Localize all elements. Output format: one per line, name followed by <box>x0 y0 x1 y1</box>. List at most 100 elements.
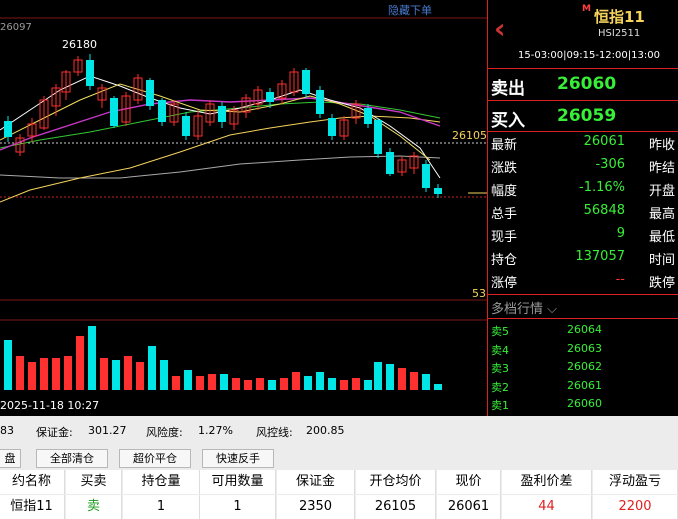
trading-session: 15-03:00|09:15-12:00|13:00 <box>518 50 660 61</box>
quote-label: 涨跌 <box>491 161 518 176</box>
quote-label-secondary: 昨结 <box>648 161 675 176</box>
kline-svg <box>0 17 487 390</box>
table-header[interactable]: 现价 <box>437 470 501 494</box>
depth-side: 卖3 <box>491 362 509 375</box>
quick-reverse-button[interactable]: 快速反手 <box>202 449 274 468</box>
quote-label-secondary: 最低 <box>648 230 675 245</box>
depth-row[interactable]: 卖5 26064 <box>491 323 675 339</box>
quote-label: 涨停 <box>491 276 518 291</box>
buy-price: 26059 <box>557 106 617 126</box>
top-price-label: 26097 <box>0 22 32 33</box>
quote-row: 最新 26061 昨收 <box>491 134 675 157</box>
depth-side: 卖2 <box>491 380 509 394</box>
table-cell[interactable]: 2350 <box>277 495 355 519</box>
table-cell[interactable]: 26061 <box>437 495 501 519</box>
table-cell[interactable]: 卖 <box>66 495 122 519</box>
main-contract-badge: M <box>582 4 591 14</box>
quote-row: 幅度 -1.16% 开盘 <box>491 180 675 203</box>
quote-value: 26061 <box>583 134 625 149</box>
position-price-tag: 26105 <box>452 129 487 142</box>
divider <box>488 294 678 295</box>
table-header[interactable]: 盈利价差 <box>502 470 592 494</box>
divider <box>488 100 678 101</box>
quote-label-secondary: 跌停 <box>648 276 675 291</box>
kline-chart[interactable]: 隐藏下单 26097 26180 26105 53 2025-11-18 10:… <box>0 0 487 416</box>
volume-max-label: 53 <box>472 287 486 300</box>
depth-row[interactable]: 卖2 26061 <box>491 379 675 395</box>
table-header[interactable]: 浮动盈亏 <box>593 470 678 494</box>
quote-value: 56848 <box>583 203 625 218</box>
over-price-close-button[interactable]: 超价平仓 <box>119 449 191 468</box>
quote-label-secondary: 开盘 <box>648 184 675 199</box>
cursor-date-label: 2025-11-18 10:27 <box>0 399 100 412</box>
control-label: 风控线: <box>256 426 293 439</box>
expand-icon[interactable]: ⌵ <box>547 302 557 317</box>
depth-side: 卖4 <box>491 343 509 357</box>
quote-value: 137057 <box>575 249 625 264</box>
table-header[interactable]: 买卖 <box>66 470 122 494</box>
sell-label: 卖出 <box>491 79 525 99</box>
table-cell[interactable]: 26105 <box>356 495 436 519</box>
quote-label-secondary: 最高 <box>648 207 675 222</box>
divider <box>488 318 678 319</box>
table-header[interactable]: 持仓量 <box>123 470 200 494</box>
quote-row: 涨跌 -306 昨结 <box>491 157 675 180</box>
depth-price: 26064 <box>567 323 602 336</box>
depth-title[interactable]: 多档行情 ⌵ <box>491 298 557 317</box>
positions-table: 约名称 买卖 持仓量 可用数量 保证金 开仓均价 现价 盈利价差 浮动盈亏 恒指11 卖 1 1 2350… <box>0 470 678 519</box>
position-toolbar: 盘 全部清仓 超价平仓 快速反手 <box>0 447 678 469</box>
table-header[interactable]: 约名称 <box>0 470 65 494</box>
table-cell[interactable]: 1 <box>200 495 276 519</box>
risk-label: 风险度: <box>146 426 183 439</box>
depth-row[interactable]: 卖1 26060 <box>491 397 675 413</box>
divider <box>488 131 678 132</box>
buy-label: 买入 <box>491 111 525 131</box>
balance-value: 83 <box>0 424 14 437</box>
quote-label: 最新 <box>491 138 518 153</box>
risk-value: 1.27% <box>198 424 233 437</box>
table-header[interactable]: 保证金 <box>277 470 355 494</box>
sell-row[interactable]: 卖出 26060 <box>491 74 616 99</box>
back-arrow-icon[interactable]: ‹ <box>494 12 506 45</box>
table-cell[interactable]: 44 <box>502 495 592 519</box>
table-header[interactable]: 可用数量 <box>200 470 276 494</box>
quote-row: 持仓 137057 时间 <box>491 249 675 272</box>
quote-value: -306 <box>595 157 625 172</box>
trading-area: 83 保证金: 301.27 风险度: 1.27% 风控线: 200.85 盘 … <box>0 416 678 519</box>
hide-order-link[interactable]: 隐藏下单 <box>388 2 432 18</box>
close-all-button[interactable]: 全部清仓 <box>36 449 108 468</box>
tab-positions[interactable]: 盘 <box>0 449 21 468</box>
contract-title: 恒指11 <box>594 8 645 26</box>
account-stats: 83 保证金: 301.27 风险度: 1.27% 风控线: 200.85 <box>0 416 678 444</box>
quote-row: 总手 56848 最高 <box>491 203 675 226</box>
table-cell[interactable]: 恒指11 <box>0 495 65 519</box>
quote-value: 9 <box>616 226 625 241</box>
depth-row[interactable]: 卖3 26062 <box>491 360 675 376</box>
depth-price: 26062 <box>567 360 602 373</box>
quote-row: 涨停 -- 跌停 <box>491 272 675 295</box>
quote-label-secondary: 昨收 <box>648 138 675 153</box>
table-header[interactable]: 开仓均价 <box>356 470 436 494</box>
depth-price: 26061 <box>567 378 602 392</box>
quote-label: 总手 <box>491 207 518 222</box>
control-value: 200.85 <box>306 424 345 437</box>
sell-price: 26060 <box>557 74 617 94</box>
volume-bars <box>4 326 442 390</box>
high-price-label: 26180 <box>62 38 97 51</box>
quote-panel: ‹ M 恒指11 HSI2511 15-03:00|09:15-12:00|13… <box>487 0 678 416</box>
divider <box>488 68 678 69</box>
depth-price: 26060 <box>567 397 602 410</box>
quote-row: 现手 9 最低 <box>491 226 675 249</box>
quote-label-secondary: 时间 <box>648 253 675 268</box>
contract-code: HSI2511 <box>598 28 641 39</box>
table-cell[interactable]: 2200 <box>593 495 678 519</box>
depth-price: 26063 <box>567 341 602 355</box>
depth-row[interactable]: 卖4 26063 <box>491 342 675 358</box>
buy-row[interactable]: 买入 26059 <box>491 106 616 131</box>
quote-label: 现手 <box>491 230 518 245</box>
table-cell[interactable]: 1 <box>123 495 200 519</box>
quote-label: 持仓 <box>491 253 518 268</box>
quote-value: -- <box>615 272 625 287</box>
candles <box>4 54 442 198</box>
margin-label: 保证金: <box>36 426 73 439</box>
